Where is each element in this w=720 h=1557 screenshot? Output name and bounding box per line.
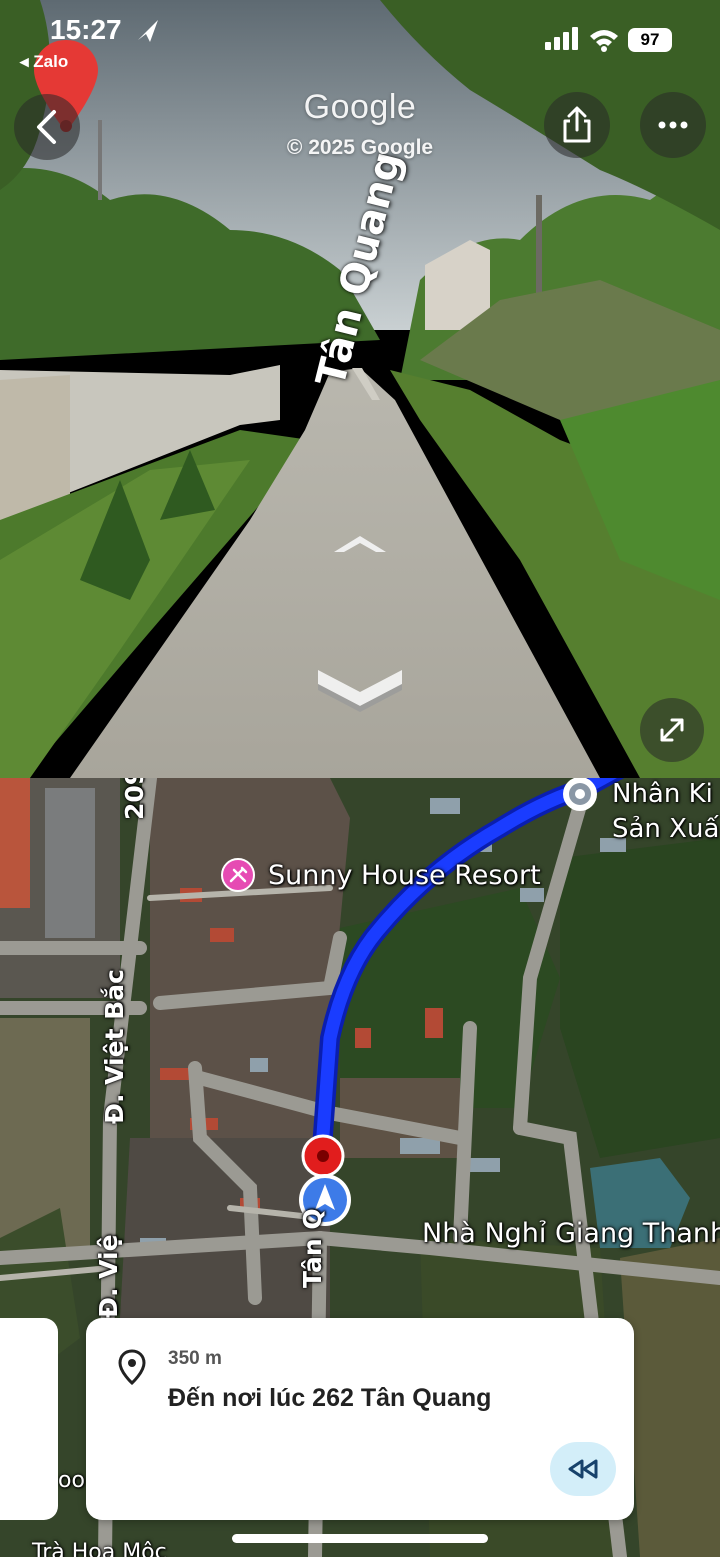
location-pin-icon: [118, 1349, 146, 1386]
destination-label: Đến nơi lúc 262 Tân Quang: [168, 1384, 492, 1412]
more-dots-icon: [658, 121, 688, 129]
street-view-panel[interactable]: Tân Quang Google © 2025 Google 15:27 ◂ Z…: [0, 0, 720, 778]
distance-label: 350 m: [168, 1348, 222, 1369]
home-indicator[interactable]: [232, 1534, 488, 1543]
map-place-label[interactable]: oo: [58, 1468, 85, 1493]
back-to-app-link[interactable]: ◂ Zalo: [20, 52, 68, 72]
map-road-label: Đ. Việ: [94, 1234, 123, 1318]
status-time: 15:27: [50, 14, 122, 45]
battery-indicator: 97: [628, 28, 672, 52]
resort-pin-icon[interactable]: [220, 857, 256, 893]
back-button[interactable]: [14, 94, 80, 160]
back-chevron-icon: [37, 110, 56, 144]
map-place-label[interactable]: Sản Xuấ: [612, 814, 719, 844]
navigation-instruction-card[interactable]: 350 m Đến nơi lúc 262 Tân Quang: [86, 1318, 634, 1520]
map-road-label: 209: [120, 778, 149, 820]
previous-step-card[interactable]: [0, 1318, 58, 1520]
map-place-label[interactable]: Nhân Ki: [612, 779, 713, 809]
share-icon: [563, 106, 591, 143]
rewind-icon: [568, 1459, 598, 1479]
expand-diagonal-icon: [660, 718, 684, 742]
share-button[interactable]: [544, 92, 610, 158]
map-place-label[interactable]: Trà Hoa Mộc: [32, 1540, 167, 1557]
copyright-notice: © 2025 Google: [286, 136, 434, 159]
google-watermark: Google: [303, 88, 417, 126]
map-road-label: Đ. Việt Bắc: [100, 969, 129, 1124]
map-place-label[interactable]: Sunny House Resort: [268, 860, 541, 891]
expand-button[interactable]: [640, 698, 704, 762]
rewind-button[interactable]: [550, 1442, 616, 1496]
map-road-label: Tân Q: [298, 1208, 327, 1288]
map-place-label[interactable]: Nhà Nghỉ Giang Thanh: [422, 1218, 720, 1249]
more-options-button[interactable]: [640, 92, 706, 158]
